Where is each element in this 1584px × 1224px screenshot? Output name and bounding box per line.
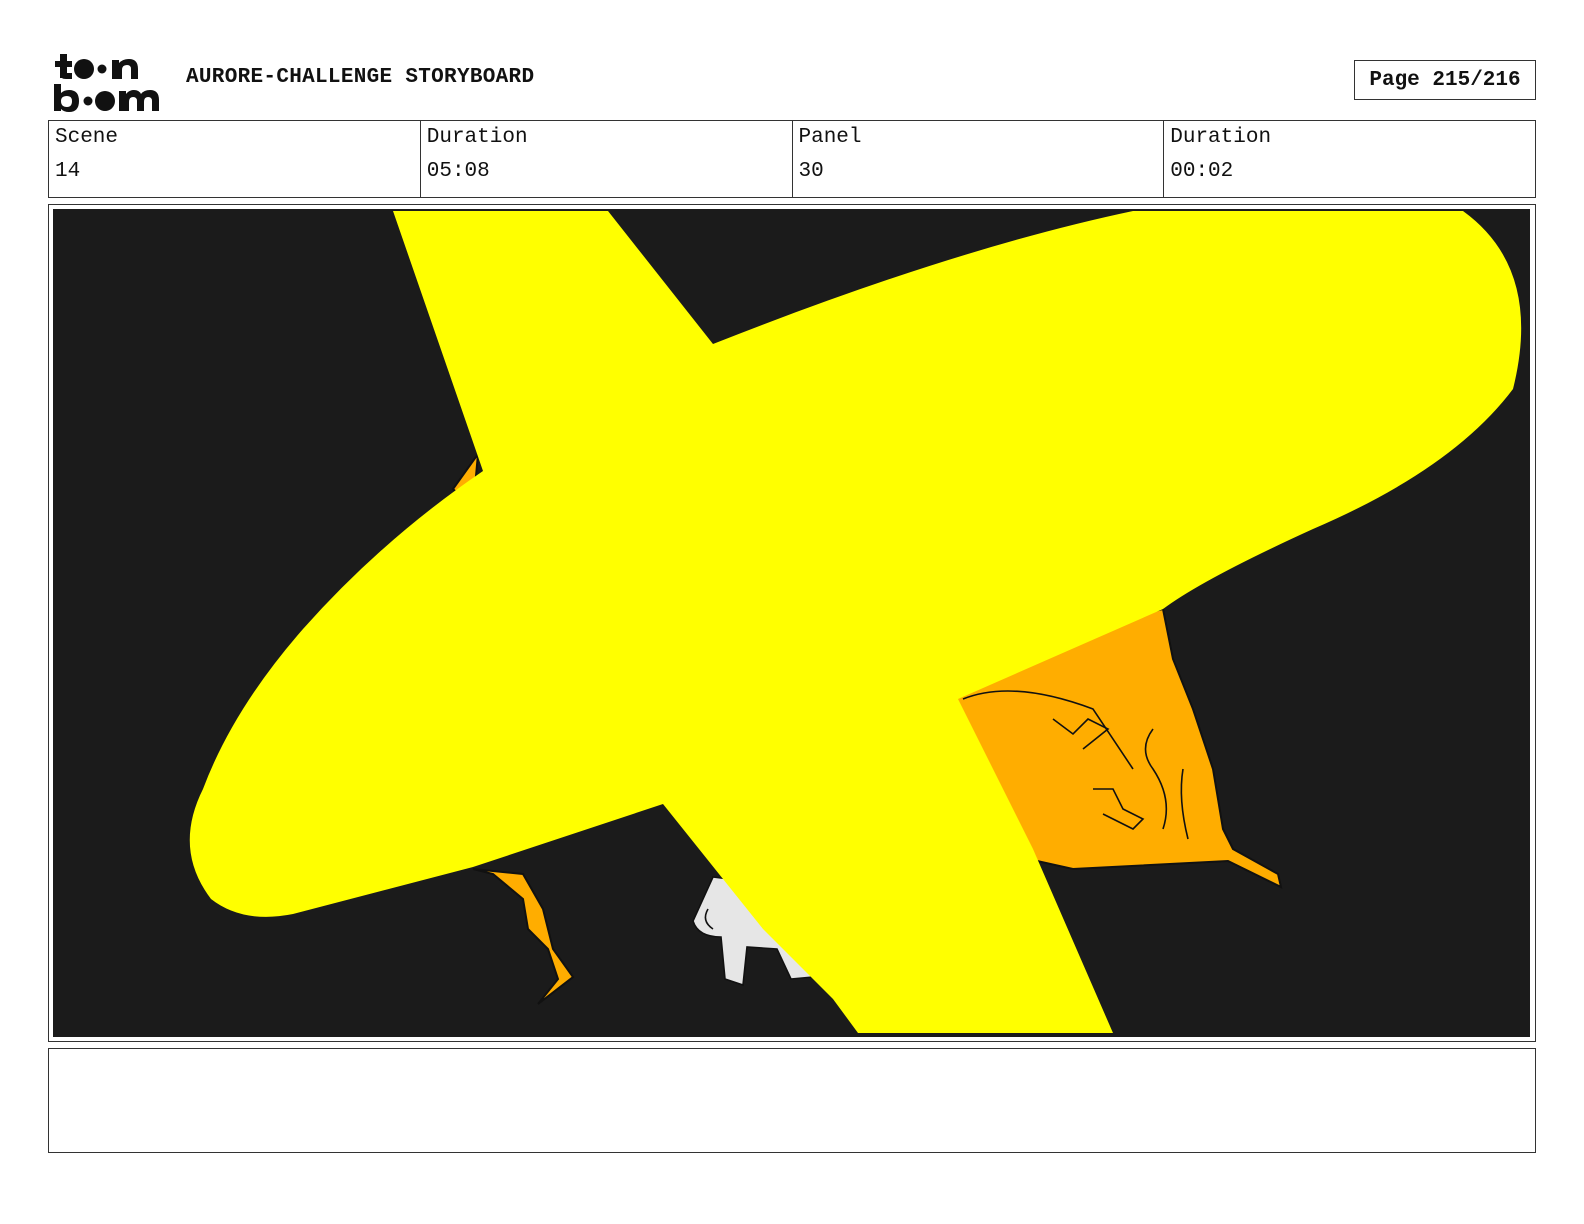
toon-boom-logo (54, 54, 159, 112)
panel-drawing (53, 209, 1530, 1037)
scene-cell: Scene 14 (49, 121, 421, 197)
panel-duration-label: Duration (1170, 126, 1272, 149)
panel-duration-value: 00:02 (1170, 160, 1234, 183)
document-title: AURORE-CHALLENGE STORYBOARD (186, 66, 535, 89)
page-indicator: Page 215/216 (1354, 60, 1536, 100)
storyboard-panel (48, 204, 1536, 1042)
scene-duration-label: Duration (426, 126, 528, 149)
scene-value: 14 (55, 160, 81, 183)
panel-cell: Panel 30 (793, 121, 1165, 197)
scene-duration-value: 05:08 (426, 160, 490, 183)
panel-info-table: Scene 14 Duration 05:08 Panel 30 Duratio… (48, 120, 1536, 198)
panel-label: Panel (798, 126, 862, 149)
panel-value: 30 (798, 160, 824, 183)
panel-duration-cell: Duration 00:02 (1164, 121, 1535, 197)
scene-label: Scene (55, 126, 119, 149)
scene-duration-cell: Duration 05:08 (421, 121, 793, 197)
panel-notes-box (48, 1048, 1536, 1153)
